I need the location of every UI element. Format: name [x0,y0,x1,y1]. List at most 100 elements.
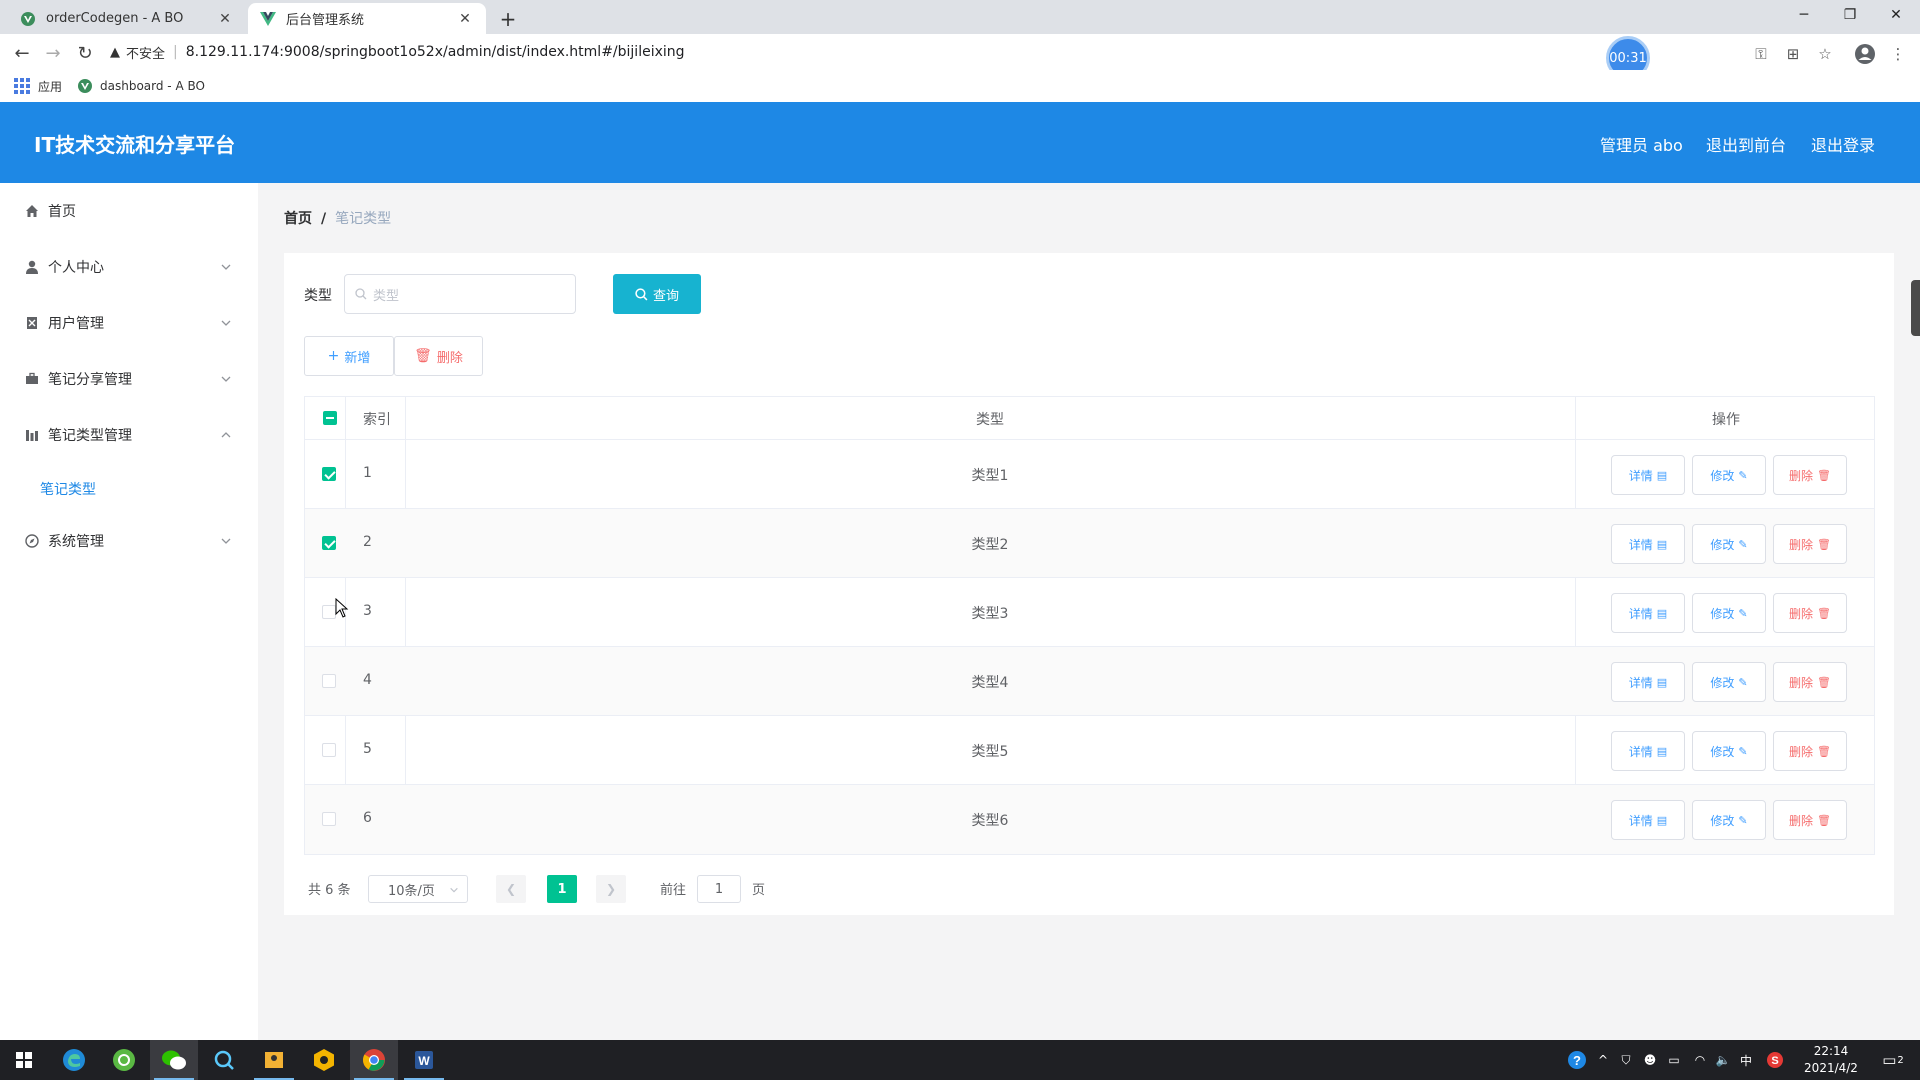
sidebar-subitem-note-type[interactable]: 笔记类型 [40,479,96,499]
edge-icon[interactable] [50,1040,98,1080]
windows-start-icon[interactable] [0,1040,48,1080]
detail-button[interactable]: 详情 ▤ [1611,593,1685,633]
row-checkbox[interactable] [322,467,336,481]
ime-indicator[interactable]: 中 [1736,1050,1756,1070]
figure-app-icon[interactable] [250,1040,298,1080]
browser-tab-ordercodegen[interactable]: orderCodegen - A BO ✕ [8,3,246,34]
select-all-checkbox[interactable] [323,411,337,425]
translate-icon[interactable]: ⊞ [1781,42,1805,66]
detail-button[interactable]: 详情 ▤ [1611,455,1685,495]
side-scroll-handle[interactable] [1911,280,1920,336]
tray-expand-icon[interactable]: ^ [1594,1050,1612,1070]
row-index: 4 [363,672,372,688]
taskbar-clock[interactable]: 22:14 2021/4/2 [1792,1043,1870,1077]
table-header: 索引 类型 操作 [305,397,1874,440]
sidebar-item-home[interactable]: 首页 [0,183,258,239]
add-button[interactable]: + 新增 [304,336,394,376]
edit-button[interactable]: 修改 ✎ [1692,731,1766,771]
bookmark-dashboard[interactable]: dashboard - A BO [78,76,205,96]
speaker-muted-icon[interactable]: 🔈 [1713,1050,1733,1070]
search-input[interactable]: 类型 [344,274,576,314]
edit-button[interactable]: 修改 ✎ [1692,800,1766,840]
logout-link[interactable]: 退出登录 [1811,132,1875,156]
key-icon[interactable]: ⚿ [1749,42,1773,66]
vue-icon-circle [78,79,92,93]
bookmark-apps[interactable]: 应用 [14,76,62,96]
prev-page-button[interactable]: ❮ [496,875,526,903]
detail-button[interactable]: 详情 ▤ [1611,524,1685,564]
search-icon [355,288,367,300]
sidebar-item-users[interactable]: 用户管理 [0,295,258,351]
edit-button[interactable]: 修改 ✎ [1692,662,1766,702]
page-number-current[interactable]: 1 [547,875,577,903]
delete-button[interactable]: 删除 🗑 [1773,662,1847,702]
close-window-icon[interactable]: ✕ [1873,0,1919,30]
close-tab-icon[interactable]: ✕ [216,10,234,28]
mouse-cursor-icon [335,598,349,618]
search-app-icon[interactable] [200,1040,248,1080]
restore-icon[interactable]: ❐ [1827,0,1873,30]
edit-button[interactable]: 修改 ✎ [1692,524,1766,564]
next-page-button[interactable]: ❯ [596,875,626,903]
row-checkbox[interactable] [322,743,336,757]
breadcrumb-home[interactable]: 首页 [284,211,312,227]
notification-icon[interactable]: ▭ 2 [1878,1050,1908,1070]
goto-page-input[interactable]: 1 [697,875,741,903]
row-checkbox[interactable] [322,674,336,688]
star-icon[interactable]: ☆ [1813,42,1837,66]
row-checkbox[interactable] [322,536,336,550]
wifi-icon[interactable]: ◠ [1690,1050,1710,1070]
batch-delete-button[interactable]: 🗑 删除 [394,336,483,376]
sidebar-item-note-type-manage[interactable]: 笔记类型管理 [0,407,258,463]
row-type: 类型5 [971,744,1009,760]
word-icon[interactable]: W [400,1040,448,1080]
close-tab-icon[interactable]: ✕ [456,10,474,28]
exit-to-front-link[interactable]: 退出到前台 [1706,132,1786,156]
detail-label: 详情 [1628,468,1653,483]
page-size-select[interactable]: 10条/页 [368,875,468,903]
menu-dots-icon[interactable]: ⋮ [1886,42,1910,66]
edit-button[interactable]: 修改 ✎ [1692,593,1766,633]
browser-tab-admin[interactable]: 后台管理系统 ✕ [248,3,486,34]
delete-button[interactable]: 删除 🗑 [1773,593,1847,633]
admin-user-label[interactable]: 管理员 abo [1600,132,1683,156]
detail-button[interactable]: 详情 ▤ [1611,662,1685,702]
minimize-icon[interactable]: ─ [1781,0,1827,30]
sidebar-item-note-share[interactable]: 笔记分享管理 [0,351,258,407]
delete-button[interactable]: 删除 🗑 [1773,524,1847,564]
sidebar-item-personal[interactable]: 个人中心 [0,239,258,295]
delete-button[interactable]: 删除 🗑 [1773,731,1847,771]
delete-button[interactable]: 删除 🗑 [1773,800,1847,840]
windows-taskbar: W ? ^ ⛉ ☻ ▭ ◠ 🔈 中 S 22:14 2021/4/2 ▭ 2 [0,1040,1920,1080]
shield-icon[interactable]: ⛉ [1616,1050,1636,1070]
profile-icon[interactable] [1853,42,1877,66]
help-icon[interactable]: ? [1565,1050,1589,1070]
sogou-icon[interactable]: S [1765,1050,1785,1070]
sidebar-item-label: 首页 [48,204,76,220]
detail-button[interactable]: 详情 ▤ [1611,731,1685,771]
chrome-icon[interactable] [350,1040,398,1080]
sidebar-item-system[interactable]: 系统管理 [0,513,258,569]
bookmark-label: dashboard - A BO [100,79,205,93]
address-bar[interactable]: ▲ 不安全 | 8.129.11.174:9008/springboot1o52… [110,38,1610,66]
green-app-icon[interactable] [100,1040,148,1080]
new-tab-plus-icon[interactable]: + [496,7,520,31]
row-checkbox[interactable] [322,812,336,826]
trash-icon: 🗑 [1817,744,1831,758]
back-icon[interactable]: ← [10,41,34,65]
page-size-value: 10条/页 [388,883,435,899]
reload-icon[interactable]: ↻ [73,41,97,65]
insecure-label: 不安全 [126,46,166,62]
forward-icon[interactable]: → [41,41,65,65]
delete-button[interactable]: 删除 🗑 [1773,455,1847,495]
wechat-icon[interactable] [150,1040,198,1080]
edit-button[interactable]: 修改 ✎ [1692,455,1766,495]
bookmark-label: 应用 [38,79,63,94]
detail-button[interactable]: 详情 ▤ [1611,800,1685,840]
row-checkbox[interactable] [322,605,336,619]
battery-icon[interactable]: ▭ [1664,1050,1684,1070]
query-button-label: 查询 [652,288,679,304]
qq-icon[interactable]: ☻ [1640,1050,1660,1070]
hexagon-app-icon[interactable] [300,1040,348,1080]
query-button[interactable]: 查询 [613,274,701,314]
